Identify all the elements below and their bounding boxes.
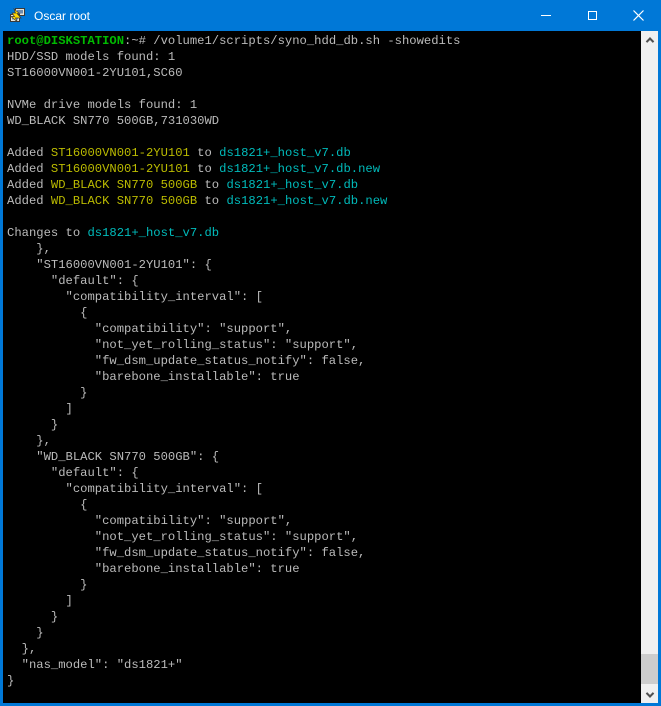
terminal-line: "compatibility": "support",	[7, 513, 641, 529]
terminal-line: }	[7, 577, 641, 593]
terminal-line: Changes to ds1821+_host_v7.db	[7, 225, 641, 241]
terminal-line: Added WD_BLACK SN770 500GB to ds1821+_ho…	[7, 193, 641, 209]
terminal-line: }	[7, 625, 641, 641]
terminal-line: "not_yet_rolling_status": "support",	[7, 529, 641, 545]
terminal-line: },	[7, 241, 641, 257]
scrollbar[interactable]	[641, 31, 658, 703]
terminal-line: },	[7, 433, 641, 449]
terminal-line: "fw_dsm_update_status_notify": false,	[7, 545, 641, 561]
chevron-up-icon	[645, 37, 653, 45]
terminal-line: }	[7, 385, 641, 401]
terminal-line: ST16000VN001-2YU101,SC60	[7, 65, 641, 81]
scroll-up-button[interactable]	[641, 31, 658, 48]
terminal-line: root@DISKSTATION:~# /volume1/scripts/syn…	[7, 33, 641, 49]
terminal-line: {	[7, 497, 641, 513]
terminal-line: "compatibility_interval": [	[7, 289, 641, 305]
terminal-line: }	[7, 673, 641, 689]
terminal-line: {	[7, 305, 641, 321]
window-title: Oscar root	[34, 9, 523, 23]
terminal-line	[7, 81, 641, 97]
terminal-line: WD_BLACK SN770 500GB,731030WD	[7, 113, 641, 129]
terminal-line: "ST16000VN001-2YU101": {	[7, 257, 641, 273]
window-content: root@DISKSTATION:~# /volume1/scripts/syn…	[3, 31, 658, 703]
close-button[interactable]	[615, 0, 661, 31]
minimize-icon	[541, 15, 551, 16]
maximize-icon	[588, 11, 597, 20]
putty-window: Oscar root root@DISKSTATION:~# /volume1/…	[0, 0, 661, 706]
terminal-line: }	[7, 417, 641, 433]
terminal-line: ]	[7, 401, 641, 417]
minimize-button[interactable]	[523, 0, 569, 31]
terminal-line: "nas_model": "ds1821+"	[7, 657, 641, 673]
terminal-line: HDD/SSD models found: 1	[7, 49, 641, 65]
terminal-line: "WD_BLACK SN770 500GB": {	[7, 449, 641, 465]
terminal-screen[interactable]: root@DISKSTATION:~# /volume1/scripts/syn…	[3, 31, 641, 703]
terminal-line: Added WD_BLACK SN770 500GB to ds1821+_ho…	[7, 177, 641, 193]
terminal-line: "barebone_installable": true	[7, 369, 641, 385]
window-controls	[523, 0, 661, 31]
terminal-line: "compatibility": "support",	[7, 321, 641, 337]
scrollbar-thumb[interactable]	[641, 654, 658, 684]
close-icon	[633, 10, 644, 21]
chevron-down-icon	[645, 689, 653, 697]
titlebar[interactable]: Oscar root	[0, 0, 661, 31]
terminal-line: "fw_dsm_update_status_notify": false,	[7, 353, 641, 369]
terminal-line: NVMe drive models found: 1	[7, 97, 641, 113]
putty-app-icon[interactable]	[9, 8, 25, 24]
terminal-line: "not_yet_rolling_status": "support",	[7, 337, 641, 353]
terminal-line: "default": {	[7, 273, 641, 289]
terminal-line: "default": {	[7, 465, 641, 481]
terminal-line: Added ST16000VN001-2YU101 to ds1821+_hos…	[7, 145, 641, 161]
terminal-line: },	[7, 641, 641, 657]
scroll-down-button[interactable]	[641, 686, 658, 703]
terminal-line	[7, 129, 641, 145]
terminal-line: ]	[7, 593, 641, 609]
terminal-line: "barebone_installable": true	[7, 561, 641, 577]
terminal-line	[7, 209, 641, 225]
terminal-line: Added ST16000VN001-2YU101 to ds1821+_hos…	[7, 161, 641, 177]
maximize-button[interactable]	[569, 0, 615, 31]
scrollbar-track[interactable]	[641, 48, 658, 686]
terminal-line: }	[7, 609, 641, 625]
terminal-line: "compatibility_interval": [	[7, 481, 641, 497]
